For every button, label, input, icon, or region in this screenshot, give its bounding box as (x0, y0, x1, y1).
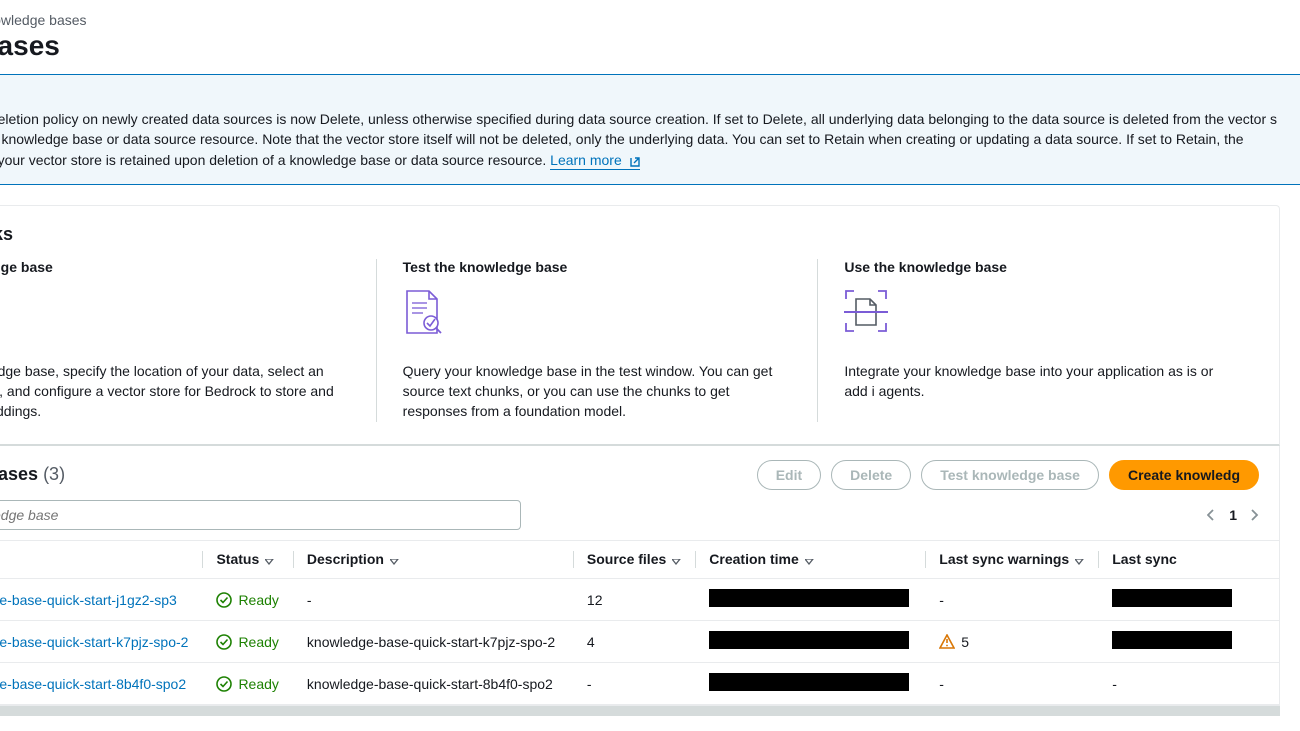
warning-icon (939, 634, 955, 650)
step-use: Use the knowledge base Integrate your kn… (817, 259, 1259, 422)
table-row[interactable]: owledge-base-quick-start-k7pjz-spo-2 Rea… (0, 621, 1279, 663)
breadcrumb: Knowledge bases (0, 0, 1300, 30)
knowledge-bases-list: ge bases (3) Edit Delete Test knowledge … (0, 446, 1280, 706)
external-link-icon (628, 155, 640, 167)
step-test: Test the knowledge base Query your knowl… (376, 259, 818, 422)
learn-more-link[interactable]: Learn more (550, 152, 639, 170)
step-use-desc: Integrate your knowledge base into your … (844, 361, 1233, 402)
announcement-text-1: ult data deletion policy on newly create… (0, 111, 1277, 127)
col-source-files[interactable]: Source files (573, 540, 695, 578)
announcement-text-2: etion of a knowledge base or data source… (0, 131, 1244, 147)
document-upload-icon (0, 289, 350, 347)
redacted-value (1112, 589, 1232, 607)
how-it-works-title: works (0, 224, 1259, 245)
knowledge-bases-table: ne Status Description Source files Creat… (0, 540, 1279, 705)
col-status[interactable]: Status (202, 540, 292, 578)
page-title: ge bases (0, 30, 1300, 74)
document-search-icon (403, 289, 792, 347)
create-knowledge-base-button[interactable]: Create knowledg (1109, 460, 1259, 490)
col-creation-time[interactable]: Creation time (695, 540, 925, 578)
col-last-sync[interactable]: Last sync (1098, 540, 1279, 578)
check-circle-icon (216, 634, 232, 650)
step-test-title: Test the knowledge base (403, 259, 792, 275)
redacted-value (709, 673, 909, 691)
status-badge: Ready (216, 592, 278, 608)
kb-name-link[interactable]: owledge-base-quick-start-k7pjz-spo-2 (0, 634, 188, 650)
col-name[interactable]: ne (0, 540, 202, 578)
page-next-icon[interactable] (1251, 509, 1259, 521)
step-create-desc: nowledge base, specify the location of y… (0, 361, 350, 422)
kb-name-link[interactable]: owledge-base-quick-start-j1gz2-sp3 (0, 592, 177, 608)
warning-badge: 5 (939, 634, 1084, 650)
page-prev-icon[interactable] (1207, 509, 1215, 521)
announcement-title: ement (0, 89, 1280, 105)
test-knowledge-base-button[interactable]: Test knowledge base (921, 460, 1099, 490)
pagination: 1 (1207, 507, 1259, 523)
announcement-text-3: g data in your vector store is retained … (0, 152, 550, 168)
kb-name-link[interactable]: owledge-base-quick-start-8b4f0-spo2 (0, 676, 186, 692)
step-test-desc: Query your knowledge base in the test wi… (403, 361, 792, 422)
step-create-title: owledge base (0, 259, 350, 275)
step-use-title: Use the knowledge base (844, 259, 1233, 275)
status-badge: Ready (216, 676, 278, 692)
page-current: 1 (1229, 507, 1237, 523)
breadcrumb-current: Knowledge bases (0, 12, 87, 28)
edit-button[interactable]: Edit (757, 460, 821, 490)
step-create: owledge base nowledge base, specify the … (0, 259, 376, 422)
table-row[interactable]: owledge-base-quick-start-j1gz2-sp3 Ready… (0, 579, 1279, 621)
redacted-value (1112, 631, 1232, 649)
redacted-value (709, 631, 909, 649)
status-badge: Ready (216, 634, 278, 650)
search-input[interactable] (0, 500, 521, 530)
col-description[interactable]: Description (293, 540, 573, 578)
col-last-sync-warnings[interactable]: Last sync warnings (925, 540, 1098, 578)
list-title: ge bases (3) (0, 464, 65, 485)
horizontal-scrollbar[interactable] (0, 706, 1280, 716)
announcement-banner: ement ult data deletion policy on newly … (0, 74, 1300, 185)
check-circle-icon (216, 592, 232, 608)
redacted-value (709, 589, 909, 607)
table-row[interactable]: owledge-base-quick-start-8b4f0-spo2 Read… (0, 663, 1279, 705)
document-scan-icon (844, 289, 1233, 347)
check-circle-icon (216, 676, 232, 692)
delete-button[interactable]: Delete (831, 460, 911, 490)
how-it-works-card: works owledge base nowledge base, specif… (0, 205, 1280, 446)
